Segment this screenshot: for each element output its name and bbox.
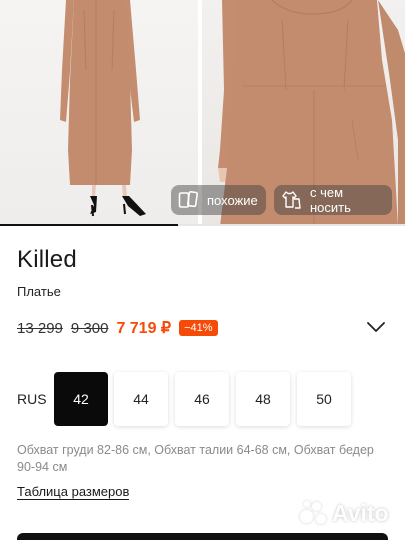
size-option[interactable]: 48 (236, 372, 290, 426)
avito-watermark: Avito (298, 498, 389, 528)
outfit-icon (280, 189, 302, 211)
size-option[interactable]: 42 (54, 372, 108, 426)
gallery-progress-fill (0, 224, 179, 226)
current-price: 7 719 ₽ (116, 320, 172, 337)
size-selector: RUS 42 44 46 48 50 (17, 372, 397, 426)
size-measurements: Обхват груди 82-86 см, Обхват талии 64-6… (17, 443, 374, 474)
similar-items-label: похожие (207, 192, 258, 208)
similar-cards-icon (177, 189, 199, 211)
size-option[interactable]: 50 (297, 372, 351, 426)
what-to-wear-button[interactable]: с чем носить (274, 185, 392, 215)
avito-logo-icon (298, 498, 328, 528)
size-option[interactable]: 44 (114, 372, 168, 426)
size-table-link[interactable]: Таблица размеров (17, 484, 130, 500)
primary-action-button[interactable] (17, 533, 388, 540)
product-gallery[interactable]: похожие с чем носить (0, 0, 405, 226)
brand-name[interactable]: Killed (17, 246, 77, 274)
avito-wordmark: Avito (332, 499, 389, 526)
size-option[interactable]: 46 (175, 372, 229, 426)
what-to-wear-label: с чем носить (310, 185, 351, 215)
gallery-progress-track (0, 224, 405, 226)
original-price: 13 299 (17, 319, 63, 337)
discount-badge: −41% (179, 320, 218, 336)
price-row: 13 299 9 300 7 719 ₽ −41% (17, 318, 218, 338)
size-system-label: RUS (17, 391, 47, 407)
chevron-down-icon[interactable] (366, 320, 386, 334)
model-full-length-image (60, 0, 146, 217)
product-category: Платье (17, 284, 61, 299)
similar-items-button[interactable]: похожие (171, 185, 266, 215)
previous-price: 9 300 (70, 319, 109, 337)
product-photo-full-length[interactable] (0, 0, 199, 226)
